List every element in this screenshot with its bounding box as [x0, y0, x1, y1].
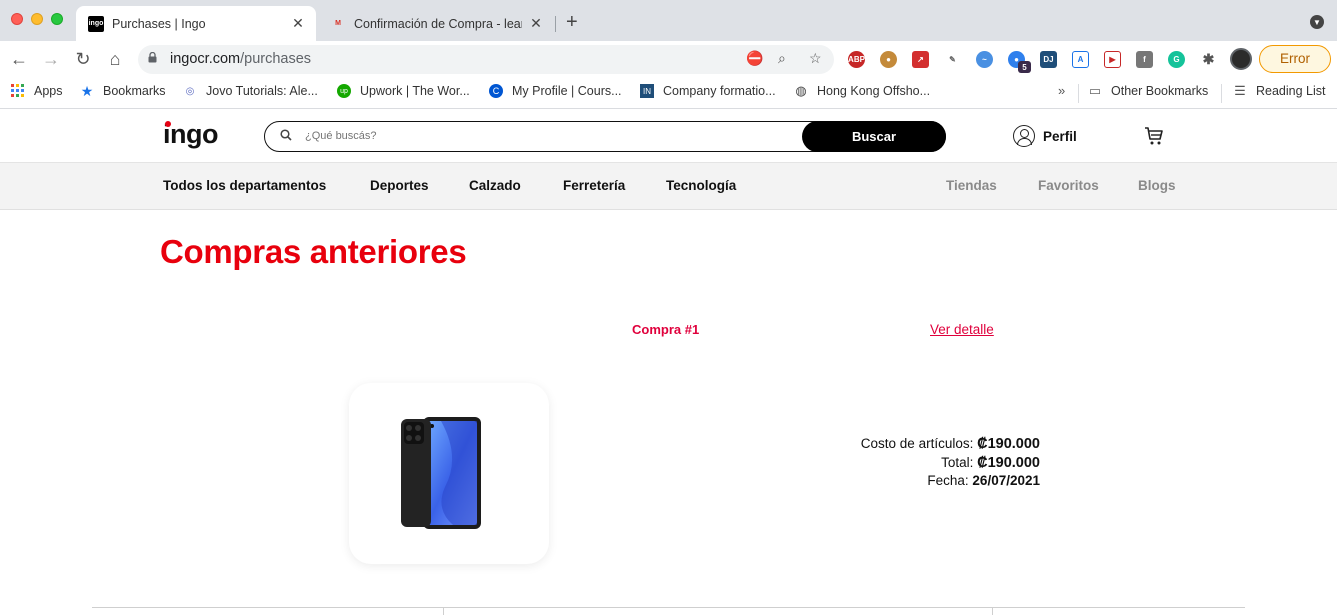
smartphone-product-image	[401, 417, 481, 529]
order-number: Compra #1	[632, 322, 700, 337]
bookmark-reading-list[interactable]: ☰ Reading List	[1233, 83, 1325, 98]
profile-avatar[interactable]	[1230, 48, 1252, 70]
nav-blogs[interactable]: Blogs	[1138, 178, 1176, 193]
eyedropper-extension-icon[interactable]: ✎	[944, 51, 961, 68]
upwork-icon: up	[337, 84, 351, 98]
window-maximize-button[interactable]	[51, 13, 63, 25]
bookmark-jovo[interactable]: ◎ Jovo Tutorials: Ale...	[183, 84, 318, 98]
browser-titlebar: ingo Purchases | Ingo ✕ M Confirmación d…	[0, 0, 1337, 41]
video-extension-icon[interactable]: ▶	[1104, 51, 1121, 68]
extension-badge: 5	[1018, 61, 1031, 73]
items-cost-value: ₡190.000	[977, 436, 1040, 452]
nav-tiendas[interactable]: Tiendas	[946, 178, 997, 193]
nav-calzado[interactable]: Calzado	[469, 178, 521, 193]
bookmark-apps[interactable]: Apps	[11, 84, 63, 98]
nav-deportes[interactable]: Deportes	[370, 178, 429, 193]
footer-divider-tick	[992, 607, 993, 615]
star-icon: ★	[80, 82, 94, 99]
tab-close-icon[interactable]: ✕	[290, 15, 306, 32]
folder-icon: ▭	[1088, 83, 1102, 98]
bookmark-star-icon[interactable]: ☆	[809, 50, 822, 67]
window-close-button[interactable]	[11, 13, 23, 25]
bookmark-bookmarks[interactable]: ★ Bookmarks	[80, 82, 166, 99]
items-cost-row: Costo de artículos: ₡190.000	[860, 436, 1040, 452]
page-title: Compras anteriores	[160, 233, 467, 270]
footer-divider-tick	[443, 607, 444, 615]
bookmark-upwork[interactable]: up Upwork | The Wor...	[337, 84, 470, 98]
nav-todos-departamentos[interactable]: Todos los departamentos	[163, 178, 326, 193]
total-value: ₡190.000	[977, 454, 1040, 471]
lock-icon	[148, 52, 157, 63]
tab-purchases[interactable]: ingo Purchases | Ingo ✕	[76, 6, 316, 41]
department-nav: Todos los departamentos Deportes Calzado…	[0, 163, 1337, 210]
bookmarks-divider	[1078, 84, 1079, 103]
pulse-extension-icon[interactable]: ~	[976, 51, 993, 68]
inv-icon: IN	[640, 84, 654, 98]
dj-extension-icon[interactable]: DJ	[1040, 51, 1057, 68]
translate-extension-icon[interactable]: A	[1072, 51, 1089, 68]
tab-divider	[555, 16, 556, 32]
jovo-icon: ◎	[185, 85, 195, 97]
search-button[interactable]: Buscar	[802, 121, 946, 152]
site-header: ingo	[0, 110, 1337, 163]
nav-tecnologia[interactable]: Tecnología	[666, 178, 736, 193]
search-input[interactable]	[305, 127, 785, 145]
zoom-icon[interactable]: ⌕	[778, 50, 786, 67]
blocked-camera-icon[interactable]: ⛔	[746, 50, 763, 67]
bookmarks-divider	[1221, 84, 1222, 103]
home-icon[interactable]: ⌂	[104, 49, 126, 69]
user-icon	[1013, 125, 1035, 147]
new-tab-icon[interactable]: +	[566, 11, 578, 34]
view-detail-link[interactable]: Ver detalle	[930, 322, 994, 337]
date-value: 26/07/2021	[972, 473, 1040, 488]
date-row: Fecha: 26/07/2021	[927, 473, 1040, 488]
bookmarks-overflow-icon[interactable]: »	[1058, 83, 1065, 98]
adblock-extension-icon[interactable]: ABP	[848, 51, 865, 68]
apps-grid-icon	[11, 84, 25, 98]
nav-favoritos[interactable]: Favoritos	[1038, 178, 1099, 193]
bookmarks-bar: Apps ★ Bookmarks ◎ Jovo Tutorials: Ale..…	[0, 78, 1337, 109]
bookmark-other[interactable]: ▭ Other Bookmarks	[1088, 83, 1208, 98]
browser-toolbar: ← → ↻ ⌂ ingocr.com/purchases ⛔ ⌕ ☆ ABP ●…	[0, 41, 1337, 78]
pdf-extension-icon[interactable]: ↗	[912, 51, 929, 68]
bookmark-coursera[interactable]: C My Profile | Cours...	[489, 84, 622, 98]
forward-arrow-icon[interactable]: →	[40, 49, 62, 69]
nav-ferreteria[interactable]: Ferretería	[563, 178, 625, 193]
coursera-icon: C	[489, 84, 503, 98]
profile-link[interactable]: Perfil	[1013, 125, 1077, 147]
total-row: Total: ₡190.000	[941, 454, 1040, 471]
reading-list-icon: ☰	[1234, 83, 1246, 98]
reload-icon[interactable]: ↻	[72, 49, 94, 69]
logo-dot	[165, 121, 171, 127]
cart-icon[interactable]	[1144, 126, 1164, 146]
bookmark-hongkong[interactable]: ◍ Hong Kong Offsho...	[794, 83, 930, 98]
tab-gmail[interactable]: M Confirmación de Compra - lear ✕	[318, 6, 554, 41]
tab-title: Purchases | Ingo	[112, 16, 206, 31]
ingo-favicon-icon: ingo	[88, 15, 104, 32]
puzzle-extensions-icon[interactable]: ✱	[1200, 51, 1217, 68]
product-card[interactable]	[349, 383, 549, 564]
profile-error-button[interactable]: Error	[1259, 45, 1331, 73]
footer-divider	[92, 607, 1245, 608]
globe-icon: ◍	[795, 83, 807, 98]
order-summary: Costo de artículos: ₡190.000 Total: ₡190…	[800, 435, 1040, 491]
back-arrow-icon[interactable]: ←	[8, 49, 30, 69]
window-minimize-button[interactable]	[31, 13, 43, 25]
tab-title: Confirmación de Compra - lear	[354, 16, 522, 31]
cookie-extension-icon[interactable]: ●	[880, 51, 897, 68]
address-bar[interactable]: ingocr.com/purchases ⛔ ⌕ ☆	[138, 45, 834, 74]
url-text: ingocr.com/purchases	[170, 51, 312, 67]
grammarly-extension-icon[interactable]: G	[1168, 51, 1185, 68]
search-icon	[280, 129, 292, 144]
tab-search-icon[interactable]: ▼	[1310, 15, 1324, 29]
gmail-favicon-icon: M	[335, 20, 341, 27]
bookmark-company[interactable]: IN Company formatio...	[640, 84, 776, 98]
ingo-logo[interactable]: ingo	[163, 119, 218, 150]
tab-close-icon[interactable]: ✕	[528, 15, 544, 32]
facebook-extension-icon[interactable]: f	[1136, 51, 1153, 68]
